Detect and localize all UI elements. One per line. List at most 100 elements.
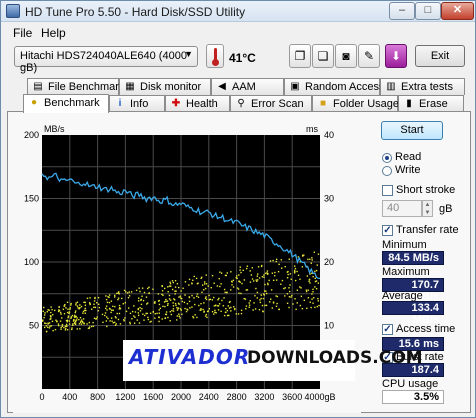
- title-bar[interactable]: HD Tune Pro 5.50 - Hard Disk/SSD Utility…: [1, 1, 475, 22]
- tab-health[interactable]: ✚ Health: [165, 95, 230, 112]
- access-time-point: [168, 294, 171, 297]
- tab-disk-monitor[interactable]: ▦ Disk monitor: [119, 78, 211, 95]
- access-time-point: [114, 324, 117, 326]
- copy-all-icon[interactable]: ❏: [312, 44, 334, 68]
- access-time-point: [165, 311, 168, 313]
- access-time-point: [43, 314, 46, 316]
- access-time-point: [93, 306, 95, 309]
- access-time-point: [299, 304, 302, 307]
- access-time-point: [119, 306, 121, 309]
- access-time-point: [63, 305, 65, 307]
- access-time-point: [165, 298, 167, 301]
- access-time-point: [114, 321, 116, 323]
- copy-info-icon[interactable]: ❐: [289, 44, 311, 68]
- tab-erase[interactable]: ▮ Erase: [398, 95, 464, 112]
- close-button[interactable]: ✕: [441, 2, 474, 20]
- access-time-point: [311, 298, 313, 300]
- access-time-point: [65, 319, 68, 322]
- options-icon[interactable]: ✎: [358, 44, 380, 68]
- maximize-button[interactable]: □: [415, 2, 441, 20]
- tab-error-scan[interactable]: ⚲ Error Scan: [230, 95, 312, 112]
- tab-info[interactable]: i Info: [109, 95, 165, 112]
- tab-extra-tests[interactable]: ▥ Extra tests: [380, 78, 465, 95]
- access-time-point: [75, 302, 77, 304]
- short-stroke-stepper[interactable]: ▲ ▼: [422, 200, 433, 217]
- access-time-point: [128, 295, 131, 297]
- access-time-point: [167, 286, 169, 288]
- exit-button[interactable]: Exit: [415, 45, 465, 67]
- access-time-point: [116, 312, 118, 315]
- short-stroke-checkbox[interactable]: [382, 185, 393, 196]
- app-window: HD Tune Pro 5.50 - Hard Disk/SSD Utility…: [0, 0, 476, 418]
- x-tick-label: 3600: [282, 392, 302, 402]
- access-time-point: [311, 293, 313, 295]
- access-time-point: [218, 297, 220, 300]
- access-time-point: [173, 299, 176, 301]
- access-time-point: [265, 304, 268, 307]
- access-time-point: [204, 283, 206, 285]
- access-time-point: [68, 312, 70, 315]
- access-time-point: [261, 276, 264, 278]
- access-time-checkbox[interactable]: ✓: [382, 324, 393, 335]
- access-time-point: [118, 312, 121, 315]
- access-time-point: [310, 306, 312, 309]
- tab-folder-usage[interactable]: ■ Folder Usage: [312, 95, 399, 112]
- access-time-point: [235, 277, 237, 279]
- access-time-point: [56, 321, 58, 323]
- access-time-point: [70, 317, 72, 319]
- access-time-point: [95, 318, 97, 320]
- access-time-point: [235, 313, 237, 315]
- access-time-point: [127, 296, 130, 299]
- access-time-point: [278, 263, 280, 266]
- access-time-point: [274, 271, 276, 274]
- transfer-rate-checkbox[interactable]: ✓: [382, 225, 393, 236]
- access-time-point: [292, 303, 294, 305]
- camera-icon[interactable]: ◙: [335, 44, 357, 68]
- access-time-point: [174, 286, 177, 288]
- access-time-point: [278, 308, 280, 311]
- access-time-point: [202, 308, 204, 311]
- access-time-point: [44, 312, 46, 314]
- short-stroke-input[interactable]: 40: [382, 200, 422, 217]
- menu-help[interactable]: Help: [41, 26, 66, 40]
- access-time-point: [288, 290, 291, 293]
- access-time-point: [61, 317, 63, 319]
- access-time-point: [64, 325, 67, 328]
- read-radio[interactable]: [382, 153, 392, 163]
- minimum-value: 84.5 MB/s: [382, 251, 444, 265]
- access-time-point: [206, 310, 209, 313]
- write-radio[interactable]: [382, 166, 392, 176]
- access-time-point: [78, 318, 80, 321]
- x-tick-label: 2800: [227, 392, 247, 402]
- access-time-point: [226, 291, 228, 294]
- access-time-point: [268, 279, 270, 282]
- tab-benchmark[interactable]: ● Benchmark: [23, 94, 109, 113]
- access-time-point: [144, 314, 146, 317]
- access-time-point: [74, 320, 77, 323]
- access-time-point: [248, 306, 250, 308]
- access-time-point: [179, 295, 182, 297]
- tab-file-benchmark[interactable]: ▤ File Benchmark: [27, 78, 124, 95]
- access-time-point: [78, 308, 80, 310]
- access-time-point: [106, 325, 108, 328]
- access-time-point: [137, 312, 140, 314]
- tab-random-access[interactable]: ▣ Random Access: [284, 78, 384, 95]
- save-icon[interactable]: ⬇: [385, 44, 407, 68]
- tab-aam[interactable]: ◀ AAM: [211, 78, 284, 95]
- access-time-point: [163, 287, 166, 290]
- access-time-point: [59, 320, 62, 322]
- access-time-point: [75, 315, 77, 318]
- access-time-point: [235, 275, 238, 277]
- access-time-point: [309, 301, 311, 303]
- access-time-point: [54, 309, 56, 312]
- access-time-point: [84, 307, 86, 310]
- minimize-button[interactable]: –: [389, 2, 415, 20]
- access-time-point: [68, 323, 71, 325]
- access-time-point: [73, 318, 75, 321]
- access-time-point: [133, 322, 136, 324]
- access-time-point: [317, 253, 320, 255]
- access-time-point: [112, 309, 114, 311]
- start-button[interactable]: Start: [381, 121, 443, 140]
- drive-select[interactable]: Hitachi HDS724040ALE640 (4000 gB) ▼: [14, 46, 198, 74]
- menu-file[interactable]: File: [13, 26, 32, 40]
